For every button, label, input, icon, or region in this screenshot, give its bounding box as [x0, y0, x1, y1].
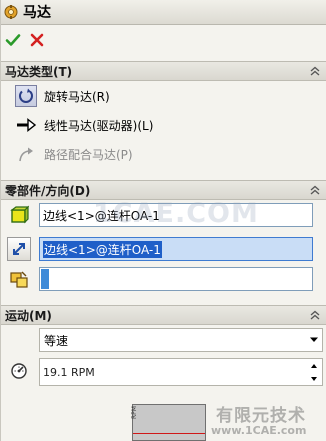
motor-icon — [4, 5, 18, 19]
rotary-motor-icon — [15, 85, 37, 107]
spin-up-button[interactable] — [307, 359, 321, 372]
motion-section-header[interactable]: 运动(M) — [1, 305, 326, 325]
watermark-url: www.1CAE.com — [211, 424, 307, 437]
option-path-mate-motor: 路径配合马达(P) — [15, 142, 133, 166]
watermark-cn: 有限元技术 — [216, 406, 306, 426]
dropdown-arrow-icon — [306, 332, 322, 348]
section-title: 马达类型(T) — [5, 64, 73, 79]
empty-selection-marker — [41, 269, 49, 289]
section-title: 零部件/方向(D) — [5, 183, 91, 198]
speed-input[interactable]: 19.1 RPM — [39, 358, 323, 386]
reverse-direction-button[interactable] — [7, 237, 31, 261]
spin-down-button[interactable] — [307, 372, 321, 385]
motion-profile-graph: RPM — [131, 404, 206, 441]
relative-to-component-field[interactable] — [39, 267, 313, 291]
constant-speed-line — [133, 433, 205, 434]
motor-property-manager: 马达 马达类型(T) 旋转马达(R) 线性马达(驱动器)(L) 路径配合马达(P… — [0, 0, 326, 441]
collapse-chevron-icon — [310, 66, 320, 76]
collapse-chevron-icon — [310, 310, 320, 320]
component-location-field[interactable]: 边线<1>@连杆OA-1 — [39, 203, 313, 227]
option-label: 旋转马达(R) — [44, 89, 110, 104]
path-mate-motor-icon — [15, 143, 37, 165]
motion-type-select[interactable]: 等速 — [39, 328, 323, 352]
spinner — [307, 359, 321, 385]
graph-axis-label: RPM — [131, 406, 138, 419]
motor-direction-field[interactable]: 边线<1>@连杆OA-1 — [39, 237, 313, 261]
option-label: 线性马达(驱动器)(L) — [44, 118, 154, 133]
speedometer-icon — [7, 359, 31, 383]
checkmark-icon — [5, 34, 21, 46]
speed-value[interactable]: 19.1 RPM — [40, 366, 307, 379]
select-value: 等速 — [44, 333, 69, 348]
reverse-direction-icon — [13, 243, 25, 255]
linear-motor-icon — [15, 114, 37, 136]
field-value: 边线<1>@连杆OA-1 — [43, 240, 162, 258]
component-location-icon — [7, 203, 31, 227]
option-linear-motor[interactable]: 线性马达(驱动器)(L) — [15, 113, 153, 137]
spin-up-icon — [311, 363, 317, 368]
option-rotary-motor[interactable]: 旋转马达(R) — [15, 84, 110, 108]
ok-cancel-row — [1, 25, 326, 55]
x-icon — [30, 33, 44, 47]
panel-title: 马达 — [23, 5, 51, 21]
motor-type-section-header[interactable]: 马达类型(T) — [1, 61, 326, 81]
section-title: 运动(M) — [5, 308, 52, 323]
field-value: 边线<1>@连杆OA-1 — [43, 208, 160, 223]
collapse-chevron-icon — [310, 185, 320, 195]
relative-component-icon — [7, 267, 31, 291]
title-bar: 马达 — [1, 0, 326, 25]
component-direction-section-header[interactable]: 零部件/方向(D) — [1, 180, 326, 200]
cancel-button[interactable] — [27, 30, 47, 50]
option-label: 路径配合马达(P) — [44, 147, 133, 162]
spin-down-icon — [311, 376, 317, 381]
ok-button[interactable] — [3, 30, 23, 50]
